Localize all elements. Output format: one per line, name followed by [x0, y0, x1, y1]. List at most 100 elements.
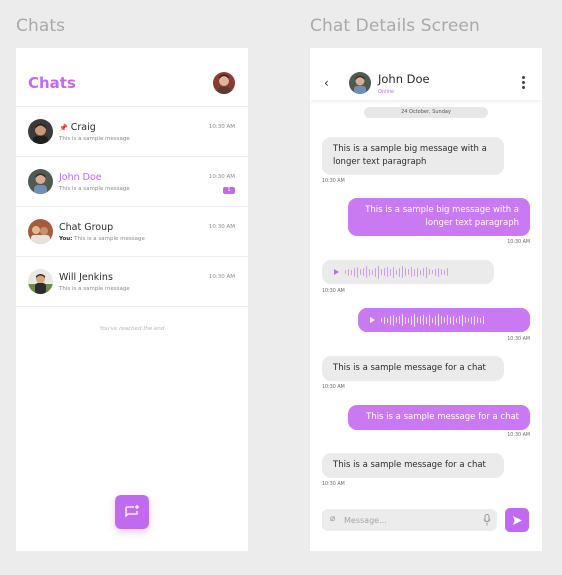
message-bubble-in[interactable]: This is a sample big message with a long… [322, 137, 504, 175]
waveform-bar [411, 267, 412, 277]
message-time: 10:30 AM [322, 385, 345, 390]
chat-preview: This is a sample message [59, 186, 130, 192]
message-time: 10:30 AM [507, 433, 530, 438]
profile-avatar[interactable] [213, 72, 235, 94]
waveform-bar [381, 318, 382, 322]
waveform-bar [387, 317, 388, 323]
waveform-bar [363, 268, 364, 276]
waveform-bar [405, 316, 406, 324]
waveform-bar [408, 269, 409, 275]
chat-time: 10:30 AM [208, 174, 235, 180]
waveform-bar [366, 266, 367, 278]
back-icon[interactable]: ‹ [324, 76, 329, 90]
waveform-bar [441, 269, 442, 275]
waveform-bar [444, 269, 445, 275]
waveform-bar [441, 316, 442, 324]
waveform-bar [393, 266, 394, 278]
chat-item-craig[interactable]: 📌 Craig This is a sample message 10:30 AM [16, 106, 248, 156]
contact-avatar[interactable] [349, 72, 371, 94]
waveform-bar [474, 315, 475, 325]
chat-header: ‹ John Doe Online [310, 48, 542, 100]
chat-item-will-jenkins[interactable]: Will Jenkins This is a sample message 10… [16, 256, 248, 307]
waveform-bar [447, 268, 448, 276]
waveform-bar [360, 269, 361, 275]
end-of-list-text: You've reached the end [99, 326, 165, 332]
chat-item-john-doe[interactable]: John Doe This is a sample message 10:30 … [16, 156, 248, 206]
waveform-bar [351, 269, 352, 275]
chat-name: Will Jenkins [59, 272, 113, 283]
waveform-bar [423, 268, 424, 276]
waveform-bar [417, 317, 418, 323]
play-icon[interactable] [370, 317, 375, 323]
waveform-bar [384, 268, 385, 276]
left-screen-label: Chats [16, 16, 66, 36]
message-bubble-in[interactable]: This is a sample message for a chat [322, 453, 504, 478]
waveform-bar [432, 270, 433, 274]
message-time: 10:30 AM [507, 240, 530, 245]
chat-name: 📌 Craig [59, 122, 96, 133]
voice-message-in[interactable] [322, 260, 494, 284]
chat-preview: You: This is a sample message [59, 236, 145, 242]
waveform-bar [396, 269, 397, 275]
waveform-bar [402, 266, 403, 278]
voice-message-out[interactable] [358, 308, 530, 332]
waveform-bar [384, 316, 385, 324]
contact-name: John Doe [378, 72, 430, 86]
send-button[interactable] [505, 508, 529, 532]
avatar [28, 269, 53, 294]
microphone-icon[interactable] [483, 514, 491, 526]
message-bubble-out[interactable]: This is a sample big message with a long… [348, 198, 530, 236]
waveform-bar [357, 266, 358, 278]
chat-time: 10:30 AM [208, 274, 235, 280]
waveform-bar [453, 315, 454, 325]
waveform-bar [462, 314, 463, 326]
waveform-bar [390, 268, 391, 276]
message-time: 10:30 AM [322, 289, 345, 294]
waveform-bar [378, 265, 379, 279]
message-input[interactable] [344, 513, 474, 527]
avatar [28, 169, 53, 194]
waveform-bar [414, 313, 415, 327]
contact-status: Online [378, 89, 395, 95]
waveform-bar [414, 268, 415, 276]
message-bubble-in[interactable]: This is a sample message for a chat [322, 356, 504, 381]
waveform-bar [345, 270, 346, 274]
new-chat-button[interactable] [115, 495, 149, 529]
pin-icon: 📌 [59, 124, 68, 132]
waveform-bar [390, 315, 391, 325]
waveform-bar [429, 269, 430, 275]
waveform-bar [435, 268, 436, 276]
waveform-bar [420, 316, 421, 324]
right-screen-label: Chat Details Screen [310, 16, 480, 36]
avatar [28, 219, 53, 244]
waveform-bar [444, 317, 445, 323]
waveform-bar [429, 314, 430, 326]
chat-details-screen: ‹ John Doe Online 24 October, Sunday Thi… [310, 48, 542, 551]
send-icon [512, 515, 522, 525]
waveform-bar [477, 317, 478, 323]
waveform-bar [402, 314, 403, 326]
message-time: 10:30 AM [507, 337, 530, 342]
play-icon[interactable] [334, 269, 339, 275]
waveform-bar [417, 267, 418, 277]
waveform-bar [459, 316, 460, 324]
chat-preview: This is a sample message [59, 136, 130, 142]
waveform-bar [483, 316, 484, 324]
chat-time: 10:30 AM [208, 224, 235, 230]
attach-icon[interactable]: ⌀ [330, 514, 335, 524]
waveform-bar [372, 269, 373, 275]
waveform-bar [423, 315, 424, 325]
waveform-bar [411, 315, 412, 325]
message-bubble-out[interactable]: This is a sample message for a chat [348, 405, 530, 430]
waveform [381, 313, 484, 327]
more-options-icon[interactable] [522, 76, 525, 91]
message-time: 10:30 AM [322, 179, 345, 184]
waveform-bar [354, 267, 355, 277]
waveform-bar [405, 268, 406, 276]
chat-item-chat-group[interactable]: Chat Group You: This is a sample message… [16, 206, 248, 256]
waveform-bar [375, 267, 376, 277]
waveform-bar [450, 316, 451, 324]
unread-badge: 1 [223, 187, 235, 194]
waveform-bar [435, 315, 436, 325]
waveform-bar [387, 267, 388, 277]
